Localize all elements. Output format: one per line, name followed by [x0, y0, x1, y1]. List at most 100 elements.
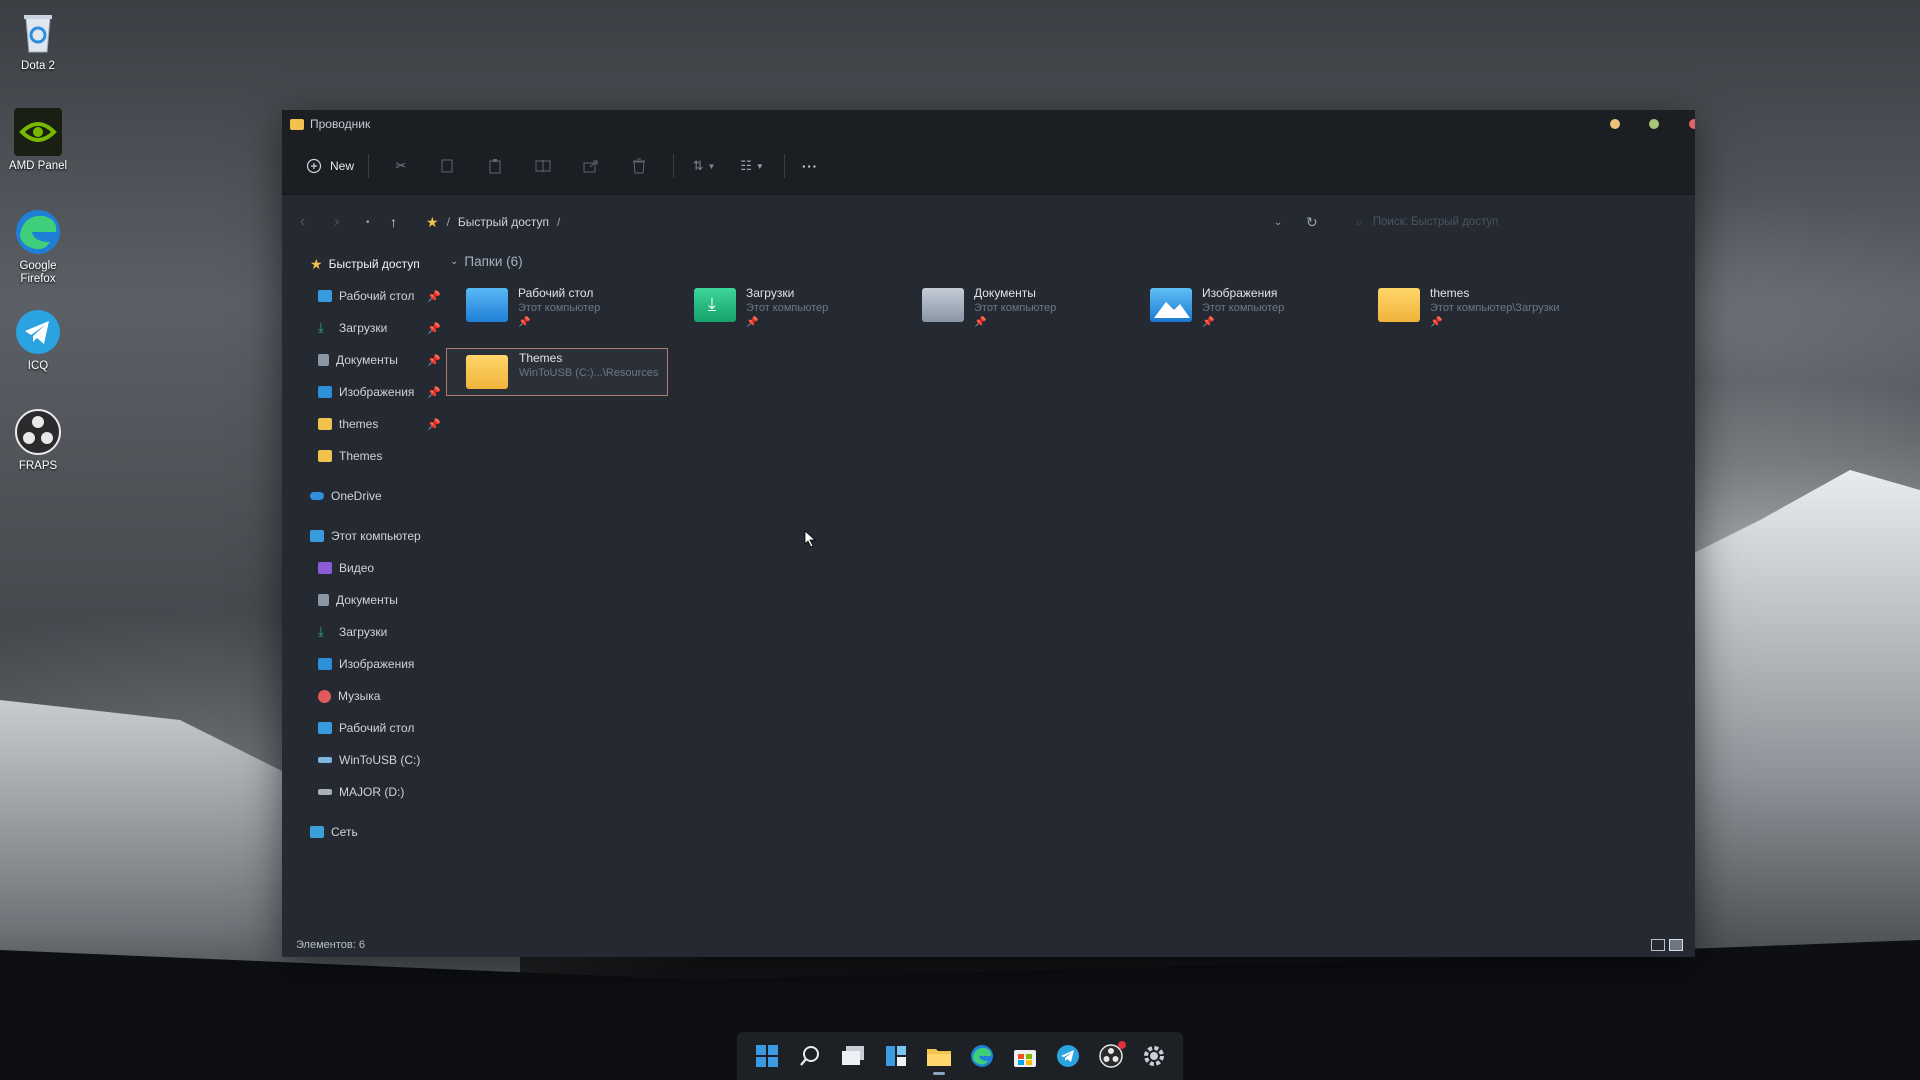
desktop-icon-icq[interactable]: ICQ — [6, 308, 70, 373]
folder-location: Этот компьютер — [1202, 302, 1285, 314]
sidebar-item-music[interactable]: Музыка — [318, 684, 380, 708]
video-icon — [318, 562, 332, 574]
breadcrumb[interactable]: ★ / Быстрый доступ / — [426, 214, 568, 231]
folder-icon — [318, 450, 332, 462]
sidebar-item-label: Изображения — [339, 385, 415, 399]
window-title: Проводник — [310, 117, 371, 131]
edge-icon[interactable] — [969, 1043, 995, 1069]
share-button[interactable] — [567, 150, 615, 182]
sidebar-item-videos[interactable]: Видео — [318, 556, 374, 580]
group-header[interactable]: ⌄ Папки (6) — [450, 254, 523, 269]
copy-icon — [441, 159, 453, 173]
sidebar-item-label: WinToUSB (C:) — [339, 753, 421, 767]
start-icon[interactable] — [754, 1043, 780, 1069]
desktop-icon-label: FRAPS — [18, 460, 58, 472]
desktop-icon-amd-panel[interactable]: AMD Panel — [6, 108, 70, 173]
folder-item[interactable]: Рабочий стол Этот компьютер 📌 — [446, 284, 668, 332]
sidebar-item-downloads-pc[interactable]: ⤓ Загрузки — [318, 620, 387, 644]
sidebar-item-themes-upper[interactable]: Themes — [318, 444, 382, 468]
rename-button[interactable] — [519, 150, 567, 182]
obs-icon[interactable] — [1098, 1041, 1126, 1069]
folder-item[interactable]: themes Этот компьютер\Загрузки 📌 — [1358, 284, 1580, 332]
mouse-cursor-icon — [804, 530, 817, 548]
up-button[interactable]: ↑ — [390, 214, 397, 230]
sidebar-item-onedrive[interactable]: OneDrive — [310, 484, 382, 508]
active-indicator — [932, 1072, 945, 1075]
folder-name: Изображения — [1202, 286, 1278, 300]
document-icon — [318, 354, 329, 366]
delete-button[interactable] — [615, 150, 663, 182]
large-icons-view-button[interactable] — [1669, 939, 1683, 951]
edge-icon — [14, 208, 62, 256]
sidebar-item-label: themes — [339, 417, 379, 431]
address-dropdown-button[interactable]: ⌄ — [1274, 217, 1282, 228]
sidebar-item-label: Сеть — [331, 825, 358, 839]
file-explorer-icon[interactable] — [926, 1043, 952, 1075]
status-item-count: Элементов: 6 — [296, 939, 365, 951]
scissors-icon: ✂ — [395, 158, 407, 173]
sidebar-item-documents-pc[interactable]: Документы — [318, 588, 398, 612]
sidebar-item-label: Рабочий стол — [339, 721, 415, 735]
folder-name: Рабочий стол — [518, 286, 594, 300]
forward-button[interactable]: › — [334, 213, 339, 231]
refresh-button[interactable]: ↻ — [1306, 214, 1318, 231]
nvidia-icon — [14, 108, 62, 156]
desktop-icon-google-firefox[interactable]: Google Firefox — [6, 208, 70, 286]
picture-icon — [318, 386, 332, 398]
search-box[interactable]: ⌕ Поиск: Быстрый доступ — [1348, 209, 1668, 235]
folder-item[interactable]: ⤓ Загрузки Этот компьютер 📌 — [674, 284, 896, 332]
sidebar-item-downloads[interactable]: ⤓ Загрузки — [318, 316, 387, 340]
paste-button[interactable] — [471, 150, 519, 182]
folder-name: Документы — [974, 286, 1036, 300]
minimize-button[interactable] — [1610, 119, 1620, 129]
close-button[interactable] — [1689, 119, 1695, 129]
sidebar-item-this-pc[interactable]: Этот компьютер — [310, 524, 421, 548]
sidebar-item-pictures-pc[interactable]: Изображения — [318, 652, 414, 676]
breadcrumb-item[interactable]: Быстрый доступ — [458, 215, 549, 229]
download-icon: ⤓ — [318, 320, 324, 335]
recent-locations-button[interactable]: • — [366, 217, 370, 228]
search-icon[interactable] — [797, 1043, 823, 1069]
folder-name: Загрузки — [746, 286, 795, 300]
view-button[interactable]: ☷ ▼ — [730, 150, 774, 182]
settings-icon[interactable] — [1141, 1043, 1167, 1069]
widgets-icon[interactable] — [883, 1043, 909, 1069]
sidebar-item-label: Документы — [336, 593, 398, 607]
sidebar-item-network[interactable]: Сеть — [310, 820, 358, 844]
telegram-icon[interactable] — [1055, 1043, 1081, 1069]
search-input[interactable]: Поиск: Быстрый доступ — [1373, 216, 1499, 228]
folder-item[interactable]: Документы Этот компьютер 📌 — [902, 284, 1124, 332]
sidebar-item-pictures[interactable]: Изображения — [318, 380, 414, 404]
file-list: ⌄ Папки (6) Рабочий стол Этот компьютер … — [442, 248, 1695, 917]
store-icon[interactable] — [1012, 1043, 1038, 1069]
folder-name: Themes — [519, 351, 563, 365]
back-button[interactable]: ‹ — [300, 213, 305, 231]
desktop-icon-recycle-bin[interactable]: Dota 2 — [6, 8, 70, 73]
obs-icon — [14, 408, 62, 456]
sort-button[interactable]: ⇅ ▼ — [684, 150, 724, 182]
sidebar-item-desktop[interactable]: Рабочий стол — [318, 284, 414, 308]
group-label: Папки (6) — [464, 254, 523, 269]
title-bar[interactable]: Проводник — [282, 110, 1695, 138]
cut-button[interactable]: ✂ — [379, 150, 423, 182]
copy-button[interactable] — [423, 150, 471, 182]
details-view-button[interactable] — [1651, 939, 1665, 951]
sidebar-item-label: Загрузки — [339, 321, 388, 335]
folder-icon — [318, 418, 332, 430]
folder-item[interactable]: Изображения Этот компьютер 📌 — [1130, 284, 1352, 332]
desktop-icon — [318, 722, 332, 734]
sidebar-item-quick-access[interactable]: ★ Быстрый доступ — [310, 252, 420, 276]
desktop-icon-fraps[interactable]: FRAPS — [6, 408, 70, 473]
sidebar-item-themes-lower[interactable]: themes — [318, 412, 378, 436]
sidebar-item-label: Этот компьютер — [331, 529, 421, 543]
downloads-folder-icon: ⤓ — [694, 288, 736, 322]
more-button[interactable]: ··· — [795, 150, 825, 182]
sidebar-item-drive-d[interactable]: MAJOR (D:) — [318, 780, 404, 804]
task-view-icon[interactable] — [840, 1043, 866, 1069]
new-button[interactable]: New — [302, 150, 358, 182]
sidebar-item-documents[interactable]: Документы — [318, 348, 398, 372]
sidebar-item-drive-c[interactable]: WinToUSB (C:) — [318, 748, 420, 772]
maximize-button[interactable] — [1649, 119, 1659, 129]
sidebar-item-desktop-pc[interactable]: Рабочий стол — [318, 716, 414, 740]
folder-item-selected[interactable]: Themes WinToUSB (C:)...\Resources — [446, 348, 668, 396]
